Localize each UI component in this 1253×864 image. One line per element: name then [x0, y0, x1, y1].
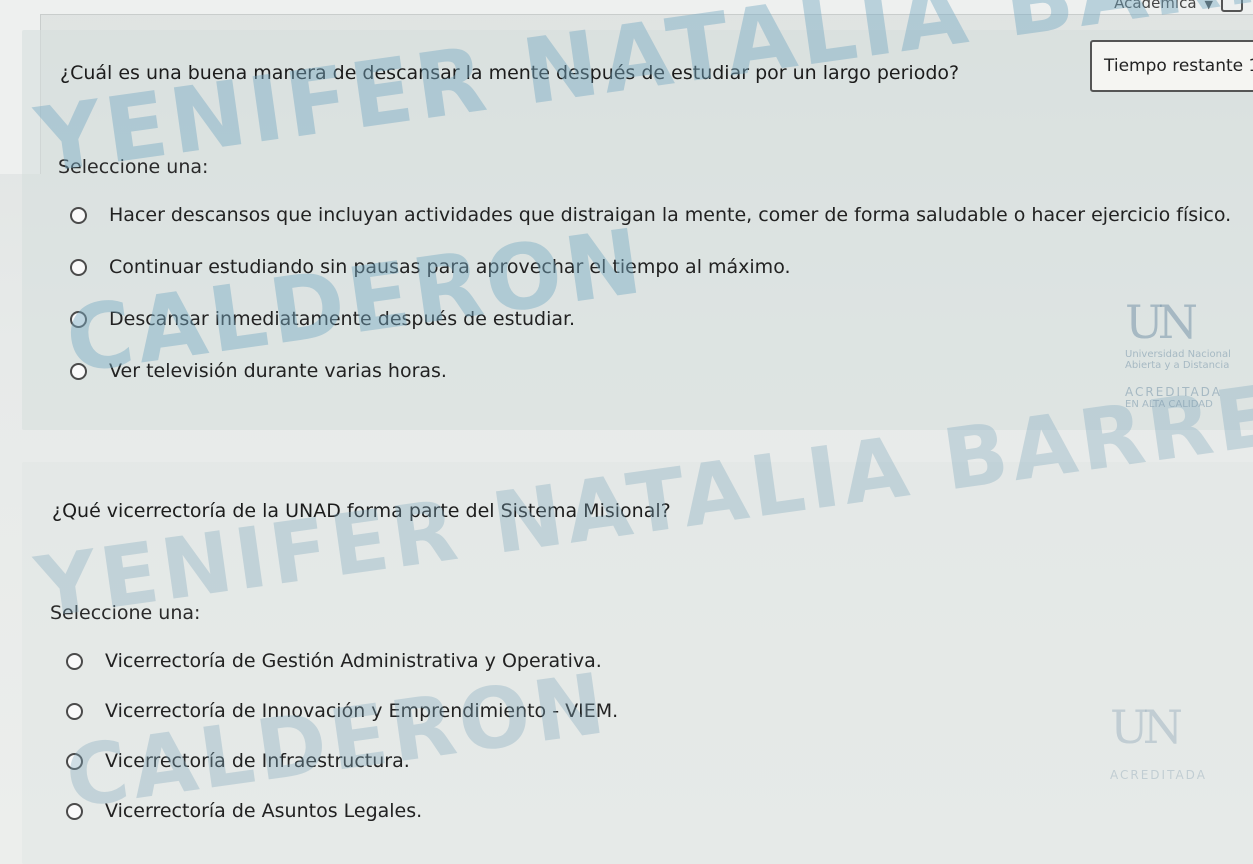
q2-option-d-label: Vicerrectoría de Asuntos Legales.	[105, 800, 423, 822]
radio-button[interactable]	[66, 752, 83, 770]
q2-option-b-label: Vicerrectoría de Innovación y Emprendimi…	[105, 700, 619, 722]
q2-option-a[interactable]: Vicerrectoría de Gestión Administrativa …	[66, 650, 602, 672]
q2-option-a-label: Vicerrectoría de Gestión Administrativa …	[105, 650, 602, 672]
window-icon[interactable]	[1221, 0, 1243, 12]
radio-button[interactable]	[70, 310, 87, 328]
question-text-2: ¿Qué vicerrectoría de la UNAD forma part…	[52, 500, 671, 522]
radio-button[interactable]	[66, 652, 83, 670]
question-text-1: ¿Cuál es una buena manera de descansar l…	[60, 62, 960, 84]
question-card-2: ¿Qué vicerrectoría de la UNAD forma part…	[22, 462, 1253, 864]
academic-menu[interactable]: Académica ▼	[1114, 0, 1213, 12]
select-one-label-1: Seleccione una:	[58, 156, 209, 178]
q2-option-c-label: Vicerrectoría de Infraestructura.	[105, 750, 410, 772]
radio-button[interactable]	[70, 258, 87, 276]
top-navigation-strip	[0, 0, 1253, 15]
q1-option-d[interactable]: Ver televisión durante varias horas.	[70, 360, 447, 382]
q1-option-a[interactable]: Hacer descansos que incluyan actividades…	[70, 204, 1231, 226]
q2-option-d[interactable]: Vicerrectoría de Asuntos Legales.	[66, 800, 422, 822]
question-card-1: ¿Cuál es una buena manera de descansar l…	[22, 30, 1253, 430]
radio-button[interactable]	[66, 802, 83, 820]
q1-option-c[interactable]: Descansar inmediatamente después de estu…	[70, 308, 575, 330]
q1-option-c-label: Descansar inmediatamente después de estu…	[109, 308, 576, 330]
q1-option-d-label: Ver televisión durante varias horas.	[109, 360, 447, 382]
time-remaining-box: Tiempo restante 1	[1090, 40, 1253, 92]
radio-button[interactable]	[70, 362, 87, 380]
q1-option-b-label: Continuar estudiando sin pausas para apr…	[109, 256, 791, 278]
q2-option-c[interactable]: Vicerrectoría de Infraestructura.	[66, 750, 410, 772]
radio-button[interactable]	[70, 206, 87, 224]
quiz-page: Académica ▼ ¿Cuál es una buena manera de …	[0, 0, 1253, 864]
q1-option-a-label: Hacer descansos que incluyan actividades…	[109, 204, 1232, 226]
radio-button[interactable]	[66, 702, 83, 720]
q1-option-b[interactable]: Continuar estudiando sin pausas para apr…	[70, 256, 791, 278]
q2-option-b[interactable]: Vicerrectoría de Innovación y Emprendimi…	[66, 700, 618, 722]
chevron-down-icon: ▼	[1204, 0, 1213, 11]
academic-menu-label: Académica	[1114, 0, 1197, 12]
select-one-label-2: Seleccione una:	[50, 602, 201, 624]
